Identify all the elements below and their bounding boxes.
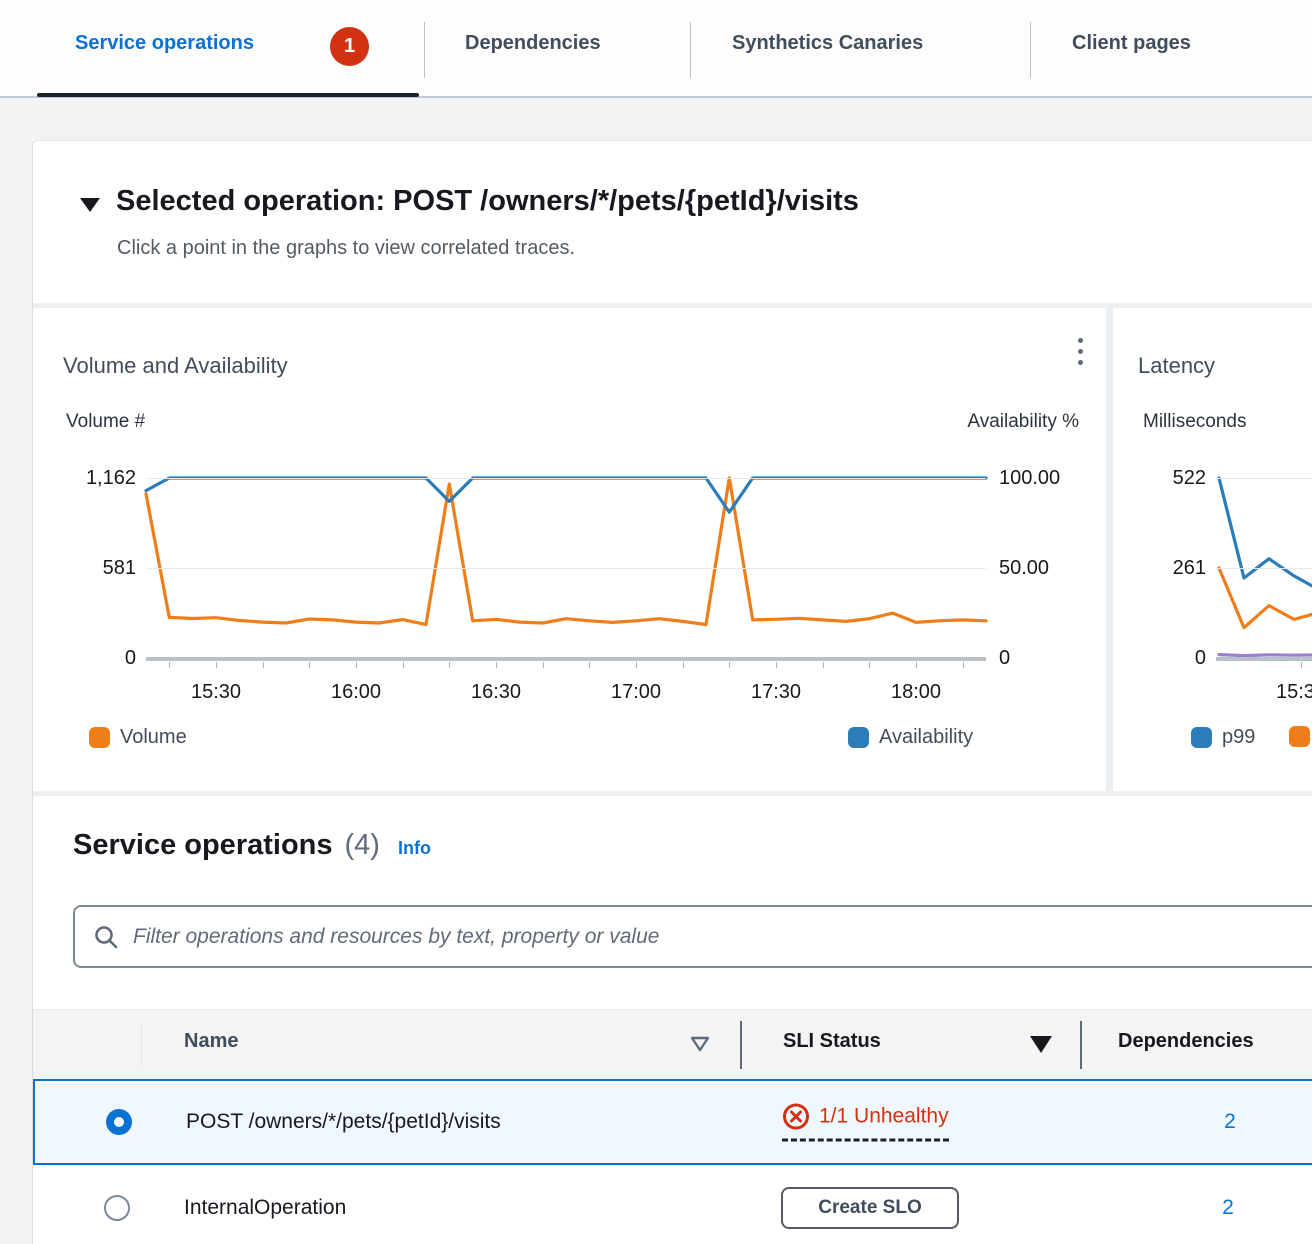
column-header-name[interactable]: Name bbox=[184, 1030, 238, 1053]
x-tick-label: 15:30 bbox=[1276, 681, 1312, 704]
legend-availability[interactable]: Availability bbox=[848, 726, 973, 749]
tab-service-operations[interactable]: Service operations bbox=[75, 32, 254, 55]
radio-selected[interactable] bbox=[106, 1109, 132, 1135]
info-link[interactable]: Info bbox=[398, 838, 431, 859]
availability-y-ticks: 100.0050.000 bbox=[999, 478, 1099, 658]
active-tab-underline bbox=[37, 93, 419, 97]
table-row-post-visits[interactable]: POST /owners/*/pets/{petId}/visits 1/1 U… bbox=[33, 1079, 1312, 1165]
search-icon bbox=[93, 924, 119, 950]
tab-separator bbox=[424, 22, 425, 78]
tab-separator bbox=[690, 22, 691, 78]
selected-operation-panel: Selected operation: POST /owners/*/pets/… bbox=[32, 140, 1312, 1244]
column-header-dependencies[interactable]: Dependencies bbox=[1118, 1030, 1254, 1053]
tab-separator bbox=[1030, 22, 1031, 78]
table-header: Name SLI Status Dependencies bbox=[33, 1009, 1312, 1079]
tab-client-pages[interactable]: Client pages bbox=[1072, 32, 1191, 55]
dependencies-link[interactable]: 2 bbox=[1193, 1196, 1263, 1220]
filter-input[interactable] bbox=[133, 925, 1312, 949]
tab-bar: Service operations 1 Dependencies Synthe… bbox=[0, 0, 1312, 98]
x-axis-line bbox=[146, 657, 986, 661]
radio-unselected[interactable] bbox=[104, 1195, 130, 1221]
operation-name: POST /owners/*/pets/{petId}/visits bbox=[186, 1110, 501, 1134]
dependencies-link[interactable]: 2 bbox=[1195, 1110, 1265, 1134]
legend-p90[interactable] bbox=[1289, 726, 1310, 747]
chart-title: Latency bbox=[1138, 353, 1215, 379]
table-title: Service operations bbox=[73, 829, 333, 862]
unhealthy-count-badge: 1 bbox=[330, 27, 369, 66]
kebab-menu-icon[interactable] bbox=[1069, 332, 1093, 368]
selected-operation-subtitle: Click a point in the graphs to view corr… bbox=[117, 237, 575, 260]
volume-availability-plot[interactable]: 15:3016:0016:3017:0017:3018:00 bbox=[146, 478, 986, 658]
sort-icon-name[interactable] bbox=[689, 1035, 711, 1053]
volume-y-ticks: 1,1625810 bbox=[41, 478, 136, 658]
availability-swatch-icon bbox=[848, 727, 869, 748]
latency-card: Latency Milliseconds 5222610 15:30 p99 bbox=[1113, 308, 1312, 791]
chart-title: Volume and Availability bbox=[63, 353, 288, 379]
tab-synthetics-canaries[interactable]: Synthetics Canaries bbox=[732, 32, 923, 55]
collapse-triangle-icon[interactable] bbox=[80, 198, 100, 212]
column-header-sli-status[interactable]: SLI Status bbox=[783, 1030, 881, 1053]
p90-swatch-icon bbox=[1289, 726, 1310, 747]
create-slo-button[interactable]: Create SLO bbox=[781, 1187, 959, 1229]
legend-p99[interactable]: p99 bbox=[1191, 726, 1255, 749]
filter-box bbox=[73, 905, 1312, 968]
latency-plot[interactable]: 15:30 bbox=[1216, 478, 1312, 658]
right-axis-label: Availability % bbox=[967, 411, 1079, 433]
volume-swatch-icon bbox=[89, 727, 110, 748]
sort-descending-icon[interactable] bbox=[1029, 1035, 1053, 1054]
left-axis-label: Volume # bbox=[66, 411, 145, 433]
status-negative-icon bbox=[782, 1103, 810, 1131]
legend-volume[interactable]: Volume bbox=[89, 726, 187, 749]
latency-y-ticks: 5222610 bbox=[1113, 478, 1206, 658]
table-heading: Service operations (4) Info bbox=[73, 829, 431, 862]
table-row-internal-operation[interactable]: InternalOperation Create SLO 2 bbox=[33, 1165, 1312, 1244]
charts-row: Volume and Availability Volume # Availab… bbox=[33, 303, 1312, 796]
x-axis-line bbox=[1216, 657, 1312, 661]
volume-availability-card: Volume and Availability Volume # Availab… bbox=[33, 308, 1106, 791]
operation-name: InternalOperation bbox=[184, 1196, 346, 1220]
table-count: (4) bbox=[345, 829, 380, 862]
latency-axis-label: Milliseconds bbox=[1143, 411, 1246, 433]
application-signals-page: Service operations 1 Dependencies Synthe… bbox=[0, 0, 1312, 1244]
selected-operation-title: Selected operation: POST /owners/*/pets/… bbox=[116, 185, 859, 218]
tab-dependencies[interactable]: Dependencies bbox=[465, 32, 601, 55]
sli-status-unhealthy[interactable]: 1/1 Unhealthy bbox=[782, 1103, 949, 1142]
p99-swatch-icon bbox=[1191, 727, 1212, 748]
